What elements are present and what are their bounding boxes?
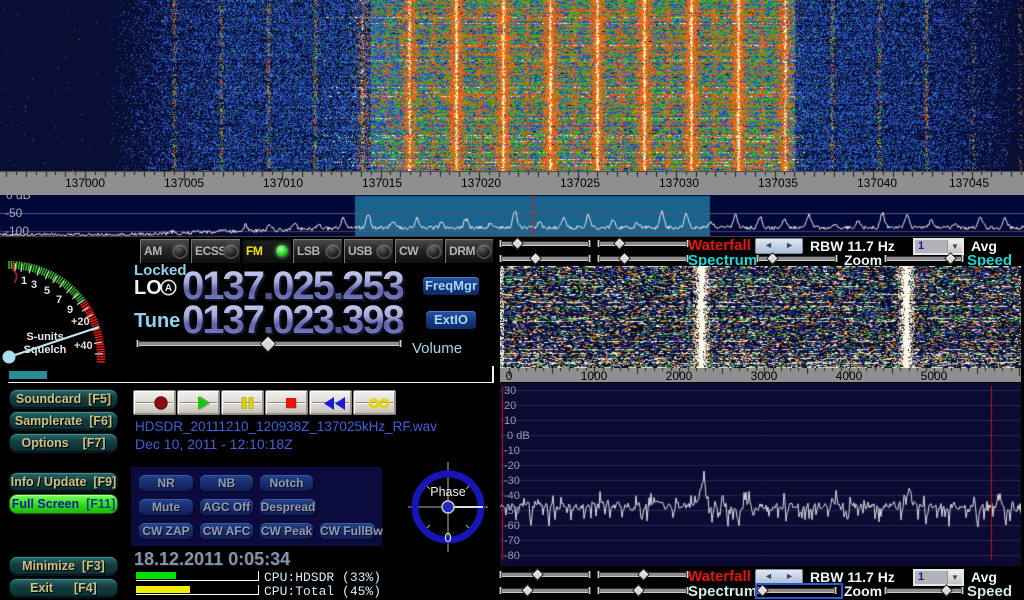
svg-text:+20: +20 — [71, 316, 90, 328]
svg-text:3: 3 — [31, 279, 37, 291]
svg-text:A: A — [165, 283, 172, 294]
svg-text:7: 7 — [56, 294, 62, 306]
svg-text:+40: +40 — [74, 340, 93, 352]
svg-text:Phase: Phase — [430, 485, 465, 499]
svg-text:9: 9 — [67, 304, 73, 316]
svg-text:5: 5 — [44, 285, 50, 297]
svg-text:0: 0 — [444, 530, 451, 545]
svg-text:1: 1 — [21, 275, 27, 287]
